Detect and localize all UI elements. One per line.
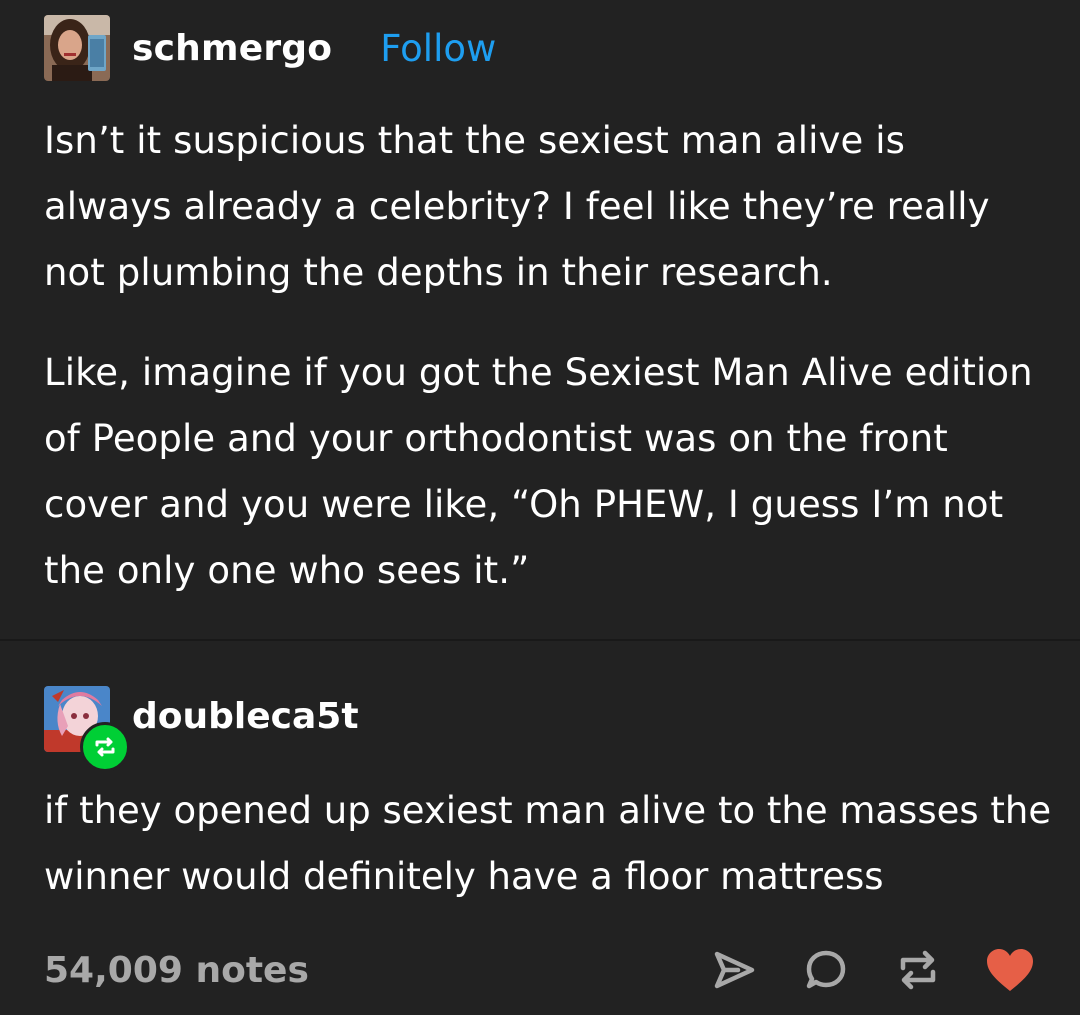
reblog-header: doubleca5t xyxy=(44,686,359,772)
avatar-doubleca5t[interactable] xyxy=(44,686,130,772)
share-button[interactable] xyxy=(708,944,760,996)
share-icon xyxy=(714,951,755,989)
reblog-text: if they opened up sexiest man alive to t… xyxy=(44,789,1052,898)
divider xyxy=(0,639,1080,641)
post-body: Isn’t it suspicious that the sexiest man… xyxy=(44,108,1044,604)
like-icon xyxy=(987,949,1033,991)
reblog-badge-icon xyxy=(80,722,130,772)
reblog-username[interactable]: doubleca5t xyxy=(132,696,359,737)
reblog-icon xyxy=(900,950,936,990)
reply-button[interactable] xyxy=(800,944,852,996)
notes-count[interactable]: 54,009 notes xyxy=(44,950,668,991)
post-paragraph: Like, imagine if you got the Sexiest Man… xyxy=(44,351,1033,592)
post-header: schmergo Follow xyxy=(44,14,496,82)
avatar-schmergo[interactable] xyxy=(44,15,110,81)
follow-button[interactable]: Follow xyxy=(380,27,496,70)
post-actions xyxy=(668,944,1036,996)
like-button[interactable] xyxy=(984,944,1036,996)
post-footer: 54,009 notes xyxy=(44,944,1036,996)
post-paragraph: Isn’t it suspicious that the sexiest man… xyxy=(44,119,990,294)
post-username[interactable]: schmergo xyxy=(132,28,332,69)
reblog-button[interactable] xyxy=(892,944,944,996)
reblog-body: if they opened up sexiest man alive to t… xyxy=(44,778,1054,910)
reply-icon xyxy=(806,950,846,989)
